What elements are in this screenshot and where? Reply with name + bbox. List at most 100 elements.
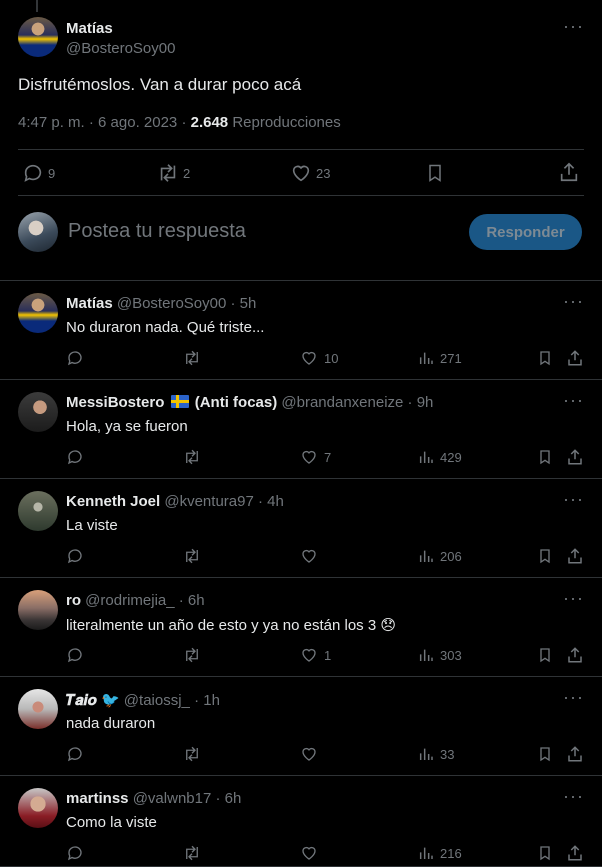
like-icon[interactable] (300, 349, 318, 369)
more-options-icon[interactable]: ··· (563, 291, 584, 312)
reply-post[interactable]: Kenneth Joel @kventura97 · 4h ··· La viste… (0, 479, 602, 578)
author-name[interactable]: Matías (66, 20, 113, 37)
avatar[interactable] (18, 293, 58, 333)
reply-icon[interactable] (66, 349, 84, 369)
more-options-icon[interactable]: ··· (563, 588, 584, 609)
avatar[interactable] (18, 689, 58, 729)
views-count: 216 (440, 846, 462, 861)
views-icon[interactable] (418, 844, 434, 864)
bookmark-icon[interactable] (537, 448, 553, 468)
author-handle[interactable]: @rodrimejia_ (85, 592, 174, 609)
more-options-icon[interactable]: ··· (563, 390, 584, 411)
reply-post[interactable]: MessiBostero (Anti focas) @brandanxeneiz… (0, 380, 602, 479)
bookmark-icon[interactable] (537, 547, 553, 567)
share-icon[interactable] (558, 161, 580, 183)
share-icon[interactable] (566, 745, 584, 765)
more-options-icon[interactable]: ··· (563, 786, 584, 807)
views-count: 303 (440, 648, 462, 663)
like-icon[interactable] (300, 547, 318, 567)
reply-header: martinss @valwnb17 · 6h (66, 790, 241, 807)
author-handle[interactable]: @BosteroSoy00 (66, 40, 175, 57)
reply-post[interactable]: ro @rodrimejia_ · 6h ··· literalmente un a… (0, 578, 602, 677)
like-count: 1 (324, 648, 332, 663)
post-time[interactable]: · 1h (194, 692, 220, 709)
avatar[interactable] (18, 788, 58, 828)
author-name[interactable]: martinss (66, 790, 129, 807)
author-handle[interactable]: @BosteroSoy00 (117, 295, 226, 312)
reply-post[interactable]: Matías @BosteroSoy00 · 5h ··· No duraron n… (0, 281, 602, 380)
share-icon[interactable] (566, 844, 584, 864)
share-icon[interactable] (566, 349, 584, 369)
share-icon[interactable] (566, 448, 584, 468)
repost-icon[interactable] (182, 349, 202, 369)
reply-icon[interactable] (66, 844, 84, 864)
author-handle[interactable]: @kventura97 (164, 493, 253, 510)
reply-button[interactable]: Responder (469, 214, 582, 250)
post-time[interactable]: · 5h (230, 295, 256, 312)
author-handle[interactable]: @brandanxeneize (281, 394, 403, 411)
author-name[interactable]: Kenneth Joel (66, 493, 160, 510)
bookmark-icon[interactable] (537, 745, 553, 765)
reply-header: Matías @BosteroSoy00 · 5h (66, 295, 256, 312)
author-handle[interactable]: @valwnb17 (133, 790, 212, 807)
bookmark-icon[interactable] (425, 162, 445, 184)
reply-icon[interactable] (66, 646, 84, 666)
views-count: 206 (440, 549, 462, 564)
avatar[interactable] (18, 392, 58, 432)
repost-icon[interactable] (182, 745, 202, 765)
like-count: 23 (316, 166, 331, 181)
post-time[interactable]: · 9h (408, 394, 434, 411)
more-options-icon[interactable]: ··· (563, 687, 584, 708)
views-icon[interactable] (418, 745, 434, 765)
post-time[interactable]: · 6h (215, 790, 241, 807)
views-icon[interactable] (418, 547, 434, 567)
avatar[interactable] (18, 590, 58, 630)
more-options-icon[interactable]: ··· (563, 489, 584, 510)
reply-post[interactable]: martinss @valwnb17 · 6h ··· Como la viste 2… (0, 776, 602, 867)
like-icon[interactable] (300, 646, 318, 666)
views-icon[interactable] (418, 646, 434, 666)
bookmark-icon[interactable] (537, 349, 553, 369)
like-icon[interactable] (300, 745, 318, 765)
like-count: 7 (324, 450, 332, 465)
reply-icon[interactable] (66, 448, 84, 468)
like-icon[interactable] (300, 844, 318, 864)
like-icon[interactable] (300, 448, 318, 468)
post-meta: 4:47 p. m. · 6 ago. 2023 · 2.648 Reprodu… (18, 114, 341, 131)
author-name[interactable]: ro (66, 592, 81, 609)
repost-icon[interactable] (156, 162, 180, 184)
views-count: 2.648 (190, 114, 229, 131)
bookmark-icon[interactable] (537, 844, 553, 864)
post-timestamp[interactable]: 4:47 p. m. · 6 ago. 2023 · (18, 114, 186, 131)
avatar[interactable] (18, 17, 58, 57)
views-icon[interactable] (418, 349, 434, 369)
post-text: Disfrutémoslos. Van a durar poco acá (18, 75, 302, 94)
user-avatar[interactable] (18, 212, 58, 252)
repost-icon[interactable] (182, 448, 202, 468)
repost-icon[interactable] (182, 547, 202, 567)
author-name[interactable]: Matías (66, 295, 113, 312)
bookmark-icon[interactable] (537, 646, 553, 666)
repost-icon[interactable] (182, 646, 202, 666)
repost-icon[interactable] (182, 844, 202, 864)
more-options-icon[interactable]: ··· (563, 16, 584, 37)
like-count: 10 (324, 351, 339, 366)
reply-text: No duraron nada. Qué triste... (66, 319, 265, 336)
share-icon[interactable] (566, 547, 584, 567)
reply-post[interactable]: 𝑻𝒂𝒊𝒐 🐦 @taiossj_ · 1h ··· nada duraron 33 (0, 677, 602, 776)
reply-icon[interactable] (66, 547, 84, 567)
post-time[interactable]: · 4h (258, 493, 284, 510)
author-name[interactable]: MessiBostero (66, 394, 164, 411)
reply-icon[interactable] (22, 162, 44, 184)
reply-input[interactable]: Postea tu respuesta (68, 220, 246, 243)
avatar[interactable] (18, 491, 58, 531)
post-time[interactable]: · 6h (179, 592, 205, 609)
like-icon[interactable] (290, 162, 312, 184)
author-name[interactable]: 𝑻𝒂𝒊𝒐 🐦 (66, 692, 120, 709)
author-name-suffix: (Anti focas) (194, 394, 278, 411)
reply-icon[interactable] (66, 745, 84, 765)
author-handle[interactable]: @taiossj_ (124, 692, 190, 709)
share-icon[interactable] (566, 646, 584, 666)
reply-count: 9 (48, 166, 56, 181)
views-icon[interactable] (418, 448, 434, 468)
